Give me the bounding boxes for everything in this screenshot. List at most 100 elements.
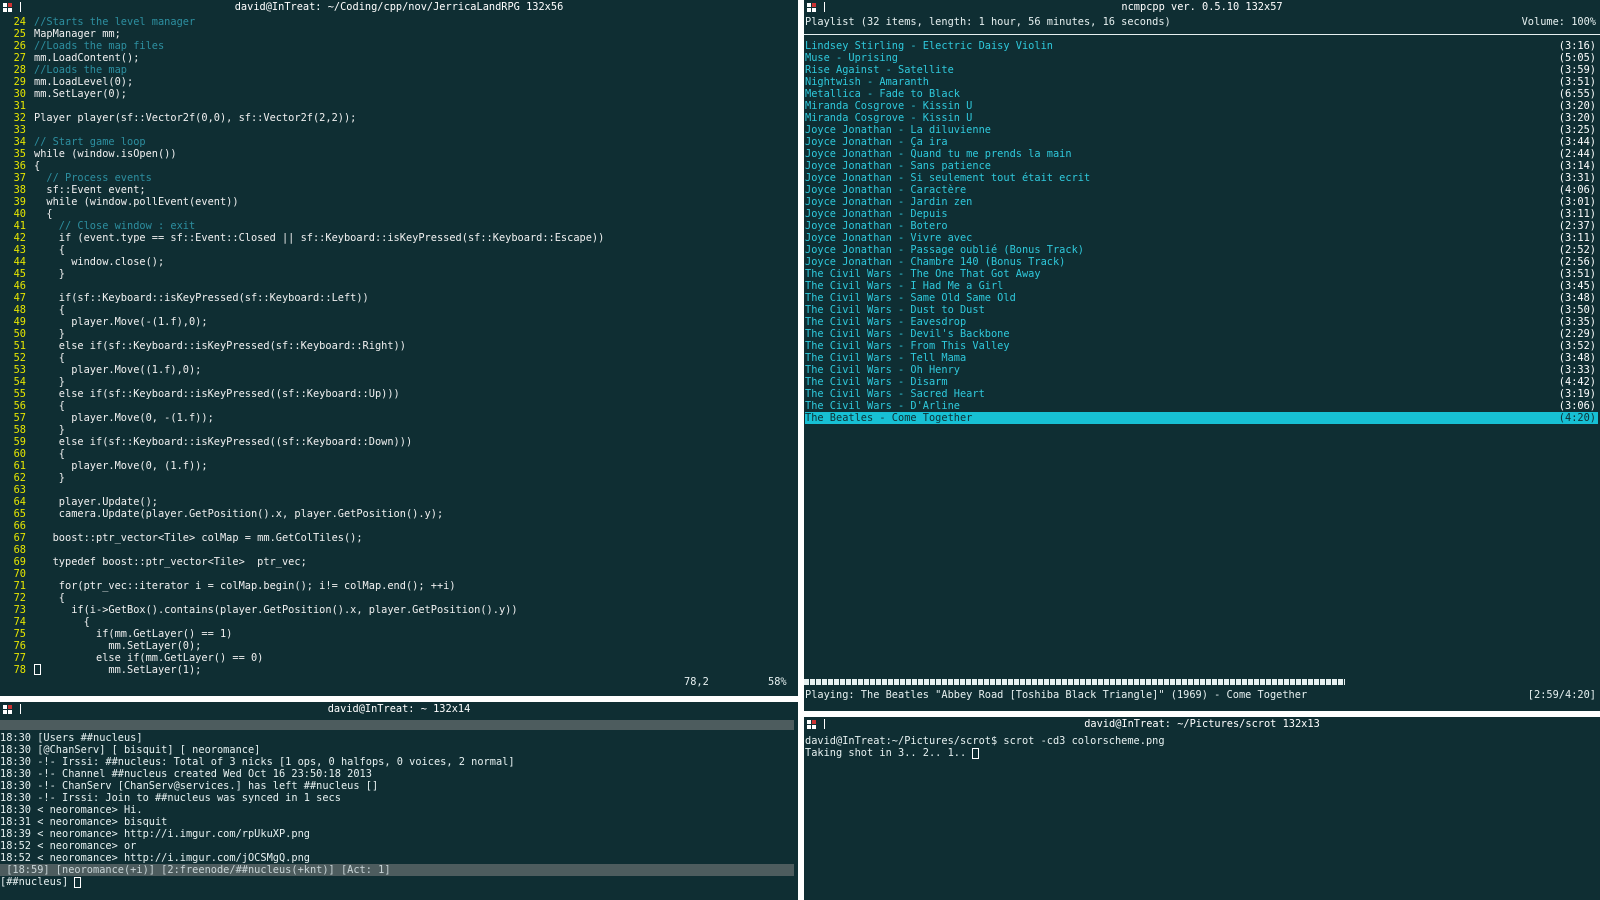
track-title: The Civil Wars - Tell Mama	[805, 352, 967, 364]
playlist-item[interactable]: Miranda Cosgrove - Kissin U (3:20)	[805, 112, 1598, 124]
playlist-header-rule	[804, 34, 1600, 35]
playlist-item[interactable]: Muse - Uprising (5:05)	[805, 52, 1598, 64]
playlist-item[interactable]: The Civil Wars - The One That Got Away (3…	[805, 268, 1598, 280]
line-number: 40	[13, 208, 26, 220]
playlist-item[interactable]: Joyce Jonathan - Passage oublié (Bonus T…	[805, 244, 1598, 256]
window-menu-icon[interactable]	[807, 720, 816, 729]
irssi-input-line[interactable]: [##nucleus]	[0, 876, 794, 888]
track-title: The Civil Wars - Oh Henry	[805, 364, 960, 376]
playlist-item[interactable]: The Civil Wars - D'Arline (3:06)	[805, 400, 1598, 412]
track-duration: (3:19)	[1558, 388, 1596, 400]
line-number: 31	[13, 100, 26, 112]
code-line: 33	[0, 124, 790, 136]
code-line: 67 boost::ptr_vector<Tile> colMap = mm.G…	[0, 532, 790, 544]
line-number: 46	[13, 280, 26, 292]
playlist-item[interactable]: Joyce Jonathan - Ça ira (3:44)	[805, 136, 1598, 148]
line-number: 78	[13, 664, 26, 676]
track-duration: (3:20)	[1558, 112, 1596, 124]
code-text: sf::Event event;	[34, 184, 146, 196]
volume-indicator[interactable]: Volume: 100%	[1522, 16, 1596, 28]
playlist-item[interactable]: Rise Against - Satellite (3:59)	[805, 64, 1598, 76]
line-number: 41	[13, 220, 26, 232]
playlist-item[interactable]: The Civil Wars - From This Valley (3:52)	[805, 340, 1598, 352]
line-number: 36	[13, 160, 26, 172]
playlist-item[interactable]: The Civil Wars - Sacred Heart (3:19)	[805, 388, 1598, 400]
title-separator	[20, 704, 21, 714]
code-text: //Loads the map files	[34, 40, 165, 52]
title-separator	[824, 719, 825, 729]
line-number: 30	[13, 88, 26, 100]
vim-terminal-window[interactable]: david@InTreat: ~/Coding/cpp/nov/JerricaL…	[0, 0, 798, 696]
playlist-item[interactable]: Joyce Jonathan - Si seulement tout était…	[805, 172, 1598, 184]
window-menu-icon[interactable]	[3, 3, 12, 12]
code-text: player.Update();	[34, 496, 158, 508]
code-text: mm.SetLayer(1);	[34, 664, 202, 676]
code-line: 69 typedef boost::ptr_vector<Tile> ptr_v…	[0, 556, 790, 568]
playlist-item[interactable]: The Civil Wars - I Had Me a Girl (3:45)	[805, 280, 1598, 292]
track-title: Nightwish - Amaranth	[805, 76, 929, 88]
text-cursor	[34, 664, 41, 675]
code-text: for(ptr_vec::iterator i = colMap.begin()…	[34, 580, 456, 592]
playlist-item[interactable]: Nightwish - Amaranth (3:51)	[805, 76, 1598, 88]
code-text: MapManager mm;	[34, 28, 121, 40]
playlist-item[interactable]: The Civil Wars - Tell Mama (3:48)	[805, 352, 1598, 364]
irssi-terminal-window[interactable]: david@InTreat: ~ 132x14 18:30 [Users ##n…	[0, 702, 798, 900]
window-menu-icon[interactable]	[3, 705, 12, 714]
playlist-item[interactable]: Joyce Jonathan - Depuis (3:11)	[805, 208, 1598, 220]
track-duration: (3:59)	[1558, 64, 1596, 76]
playlist-item[interactable]: Joyce Jonathan - La diluvienne (3:25)	[805, 124, 1598, 136]
scrot-terminal-window[interactable]: david@InTreat: ~/Pictures/scrot 132x13 d…	[804, 717, 1600, 900]
playlist-item[interactable]: Joyce Jonathan - Sans patience (3:14)	[805, 160, 1598, 172]
code-text: mm.LoadContent();	[34, 52, 140, 64]
code-text: }	[34, 376, 65, 388]
vim-code-editor[interactable]: 24 //Starts the level manager 25 MapManager…	[0, 16, 790, 676]
code-line: 37 // Process events	[0, 172, 790, 184]
line-number: 70	[13, 568, 26, 580]
playlist-item[interactable]: Joyce Jonathan - Caractère (4:06)	[805, 184, 1598, 196]
playlist-item[interactable]: Metallica - Fade to Black (6:55)	[805, 88, 1598, 100]
code-line: 76 mm.SetLayer(0);	[0, 640, 790, 652]
line-number: 39	[13, 196, 26, 208]
scrot-countdown: Taking shot in 3.. 2.. 1..	[805, 747, 973, 759]
track-title: The Civil Wars - I Had Me a Girl	[805, 280, 1004, 292]
code-line: 59 else if(sf::Keyboard::isKeyPressed((s…	[0, 436, 790, 448]
playlist-item-selected[interactable]: The Beatles - Come Together (4:20)	[805, 412, 1598, 424]
code-text: // Close window : exit	[34, 220, 196, 232]
code-line: 45 }	[0, 268, 790, 280]
playlist-item[interactable]: Lindsey Stirling - Electric Daisy Violin…	[805, 40, 1598, 52]
playlist-item[interactable]: The Civil Wars - Same Old Same Old (3:48)	[805, 292, 1598, 304]
playlist-item[interactable]: Joyce Jonathan - Vivre avec (3:11)	[805, 232, 1598, 244]
code-text: mm.SetLayer(0);	[34, 640, 202, 652]
code-text: camera.Update(player.GetPosition().x, pl…	[34, 508, 444, 520]
code-text: boost::ptr_vector<Tile> colMap = mm.GetC…	[34, 532, 363, 544]
window-menu-icon[interactable]	[807, 3, 816, 12]
playlist-item[interactable]: Joyce Jonathan - Jardin zen (3:01)	[805, 196, 1598, 208]
title-separator	[824, 2, 825, 12]
playlist-item[interactable]: The Civil Wars - Eavesdrop (3:35)	[805, 316, 1598, 328]
code-text: else if(sf::Keyboard::isKeyPressed((sf::…	[34, 436, 413, 448]
playlist-item[interactable]: Miranda Cosgrove - Kissin U (3:20)	[805, 100, 1598, 112]
track-title: Muse - Uprising	[805, 52, 898, 64]
code-line: 32 Player player(sf::Vector2f(0,0), sf::V…	[0, 112, 790, 124]
shell-output[interactable]: david@InTreat:~/Pictures/scrot$ scrot -c…	[805, 735, 1165, 759]
progress-bar[interactable]	[804, 679, 1600, 685]
line-number: 48	[13, 304, 26, 316]
playlist[interactable]: Lindsey Stirling - Electric Daisy Violin…	[805, 40, 1598, 424]
text-cursor	[74, 876, 82, 888]
track-title: Miranda Cosgrove - Kissin U	[805, 100, 973, 112]
playlist-item[interactable]: Joyce Jonathan - Botero (2:37)	[805, 220, 1598, 232]
playlist-item[interactable]: Joyce Jonathan - Chambre 140 (Bonus Trac…	[805, 256, 1598, 268]
code-line: 52 {	[0, 352, 790, 364]
playlist-item[interactable]: The Civil Wars - Dust to Dust (3:50)	[805, 304, 1598, 316]
code-line: 31	[0, 100, 790, 112]
ncmpcpp-terminal-window[interactable]: ncmpcpp ver. 0.5.10 132x57 Playlist (32 …	[804, 0, 1600, 711]
track-duration: (4:20)	[1558, 412, 1596, 424]
playlist-item[interactable]: The Civil Wars - Devil's Backbone (2:29)	[805, 328, 1598, 340]
playlist-item[interactable]: The Civil Wars - Disarm (4:42)	[805, 376, 1598, 388]
line-number: 75	[13, 628, 26, 640]
playlist-item[interactable]: The Civil Wars - Oh Henry (3:33)	[805, 364, 1598, 376]
playlist-item[interactable]: Joyce Jonathan - Quand tu me prends la m…	[805, 148, 1598, 160]
track-duration: (2:52)	[1558, 244, 1596, 256]
track-title: Joyce Jonathan - Passage oublié (Bonus T…	[805, 244, 1084, 256]
line-number: 27	[13, 52, 26, 64]
